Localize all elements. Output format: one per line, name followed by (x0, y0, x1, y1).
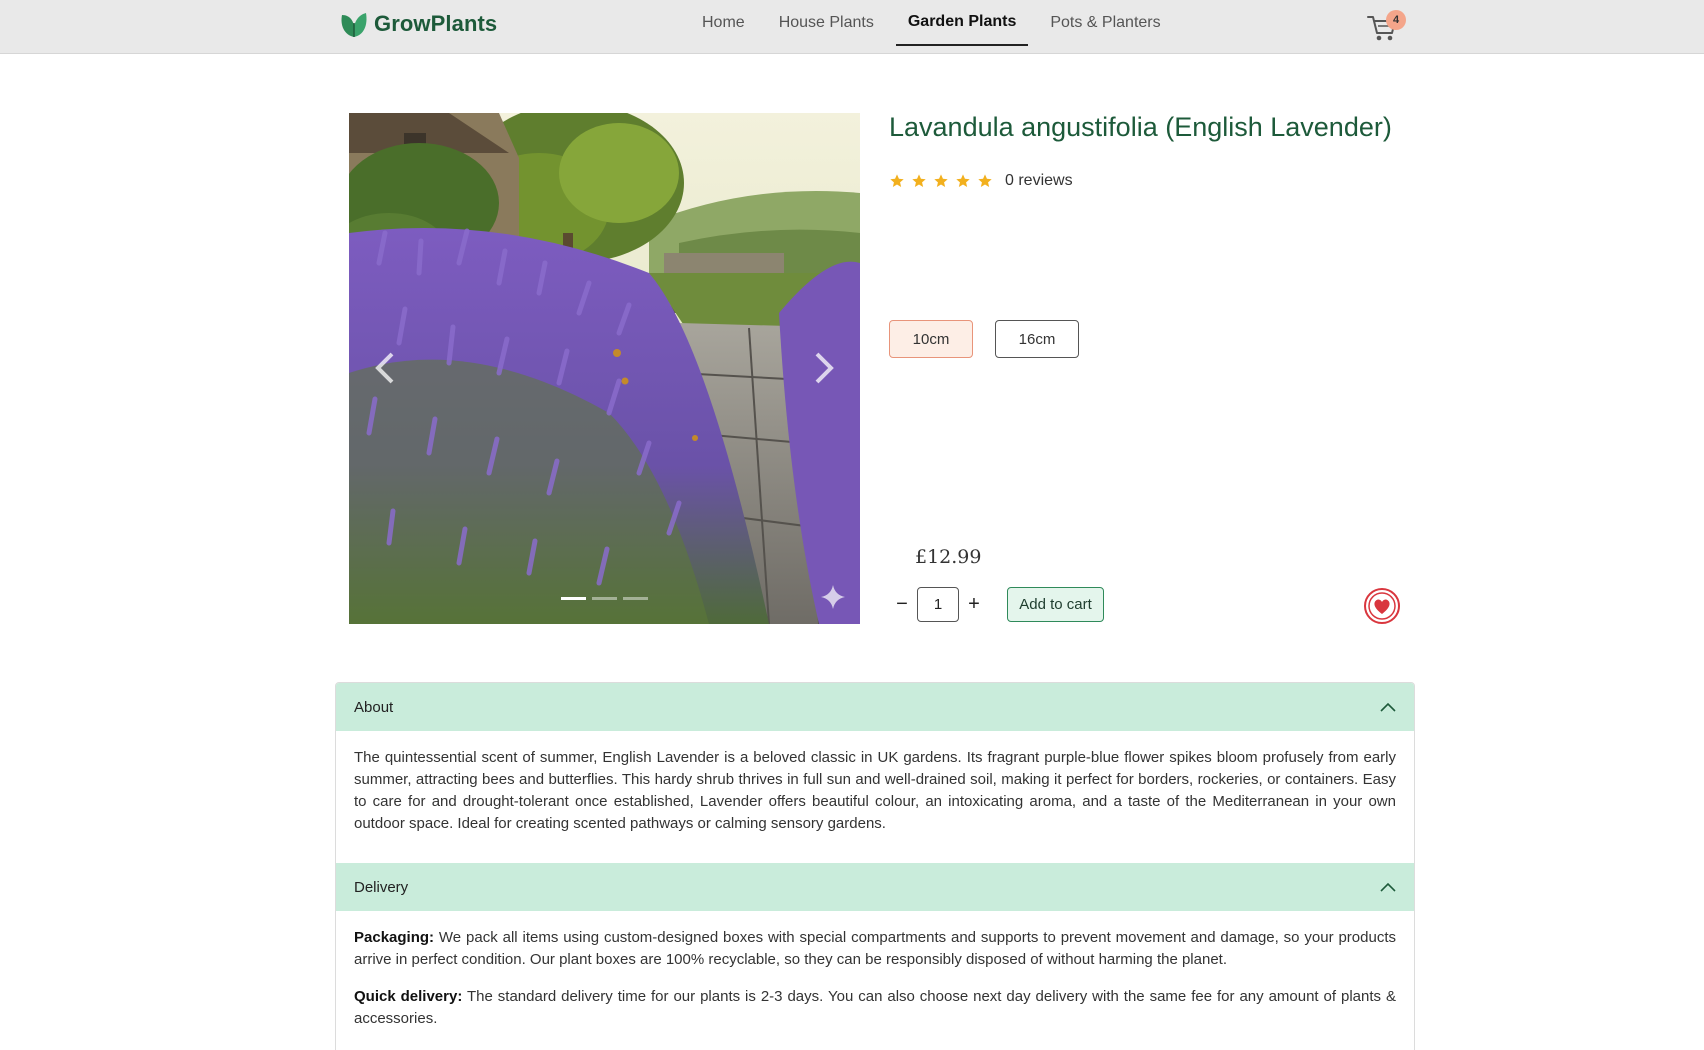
carousel-prev-button[interactable] (365, 338, 405, 398)
carousel-dot-3[interactable] (623, 597, 648, 600)
size-option-10cm[interactable]: 10cm (889, 320, 973, 358)
main-nav: Home House Plants Garden Plants Pots & P… (690, 0, 1183, 54)
carousel-indicators (561, 597, 648, 600)
star-icon (890, 174, 904, 187)
carousel-dot-2[interactable] (592, 597, 617, 600)
chevron-up-icon (1380, 882, 1396, 892)
size-option-16cm[interactable]: 16cm (995, 320, 1079, 358)
accordion-about-title: About (354, 698, 394, 716)
brand-name: GrowPlants (374, 11, 498, 36)
lavender-garden-image (349, 113, 860, 624)
quantity-input[interactable] (917, 587, 959, 622)
packaging-label: Packaging: (354, 929, 435, 946)
wishlist-button[interactable] (1362, 586, 1402, 626)
quantity-decrease-button[interactable]: − (889, 588, 915, 622)
packaging-paragraph: Packaging: We pack all items using custo… (354, 927, 1396, 971)
review-count[interactable]: 0 reviews (1005, 172, 1073, 190)
quick-delivery-label: Quick delivery: (354, 988, 463, 1005)
nav-garden-plants[interactable]: Garden Plants (895, 0, 1029, 46)
accordion-about-body: The quintessential scent of summer, Engl… (336, 731, 1414, 863)
top-navbar: GrowPlants Home House Plants Garden Plan… (0, 0, 1704, 54)
star-icon (934, 174, 948, 187)
about-text: The quintessential scent of summer, Engl… (354, 749, 1396, 832)
packaging-text: We pack all items using custom-designed … (354, 929, 1396, 968)
add-to-cart-button[interactable]: Add to cart (1007, 587, 1104, 622)
star-icon (912, 174, 926, 187)
accordion-delivery-body: Packaging: We pack all items using custo… (336, 911, 1414, 1050)
quick-delivery-paragraph: Quick delivery: The standard delivery ti… (354, 986, 1396, 1030)
sparkle-icon (821, 585, 845, 609)
nav-home[interactable]: Home (690, 0, 757, 46)
carousel-next-button[interactable] (804, 338, 844, 398)
star-icon (978, 174, 992, 187)
product-price: £12.99 (915, 546, 982, 568)
purchase-controls: − + Add to cart (889, 587, 1104, 622)
product-image-carousel[interactable] (349, 113, 860, 624)
cart-count-badge: 4 (1386, 10, 1406, 30)
product-details-accordion: About The quintessential scent of summer… (335, 682, 1415, 1050)
quantity-increase-button[interactable]: + (961, 588, 987, 622)
leaf-icon (341, 13, 367, 37)
nav-house-plants[interactable]: House Plants (767, 0, 886, 46)
product-rating: 0 reviews (889, 172, 1073, 190)
brand-logo[interactable]: GrowPlants (338, 9, 497, 39)
size-selector: 10cm 16cm (889, 320, 1079, 358)
nav-pots-planters[interactable]: Pots & Planters (1038, 0, 1172, 46)
accordion-delivery-title: Delivery (354, 878, 409, 896)
carousel-dot-1[interactable] (561, 597, 586, 600)
product-title: Lavandula angustifolia (English Lavender… (889, 112, 1392, 142)
accordion-delivery-header[interactable]: Delivery (336, 863, 1414, 911)
heart-icon (1364, 588, 1400, 624)
star-icon (956, 174, 970, 187)
chevron-right-icon (815, 352, 834, 384)
chevron-left-icon (375, 352, 394, 384)
chevron-up-icon (1380, 702, 1396, 712)
cart-button[interactable]: 4 (1366, 8, 1412, 48)
accordion-about-header[interactable]: About (336, 683, 1414, 731)
quick-delivery-text: The standard delivery time for our plant… (354, 988, 1396, 1027)
